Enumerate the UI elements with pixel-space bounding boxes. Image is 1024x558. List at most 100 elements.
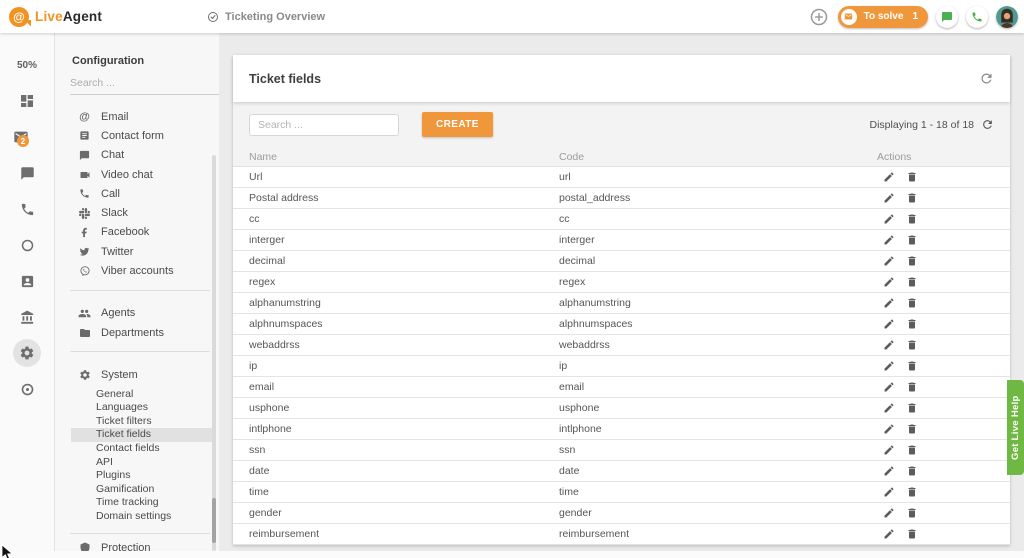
rail-chats-button[interactable] xyxy=(0,155,54,191)
sidebar-subitem-ticket-filters[interactable]: Ticket filters xyxy=(71,415,213,429)
delete-icon[interactable] xyxy=(906,318,918,330)
sidebar-item-label: Call xyxy=(101,188,120,200)
get-live-help-button[interactable]: Get Live Help xyxy=(1007,380,1024,475)
name-cell: cc xyxy=(249,213,559,225)
edit-icon[interactable] xyxy=(883,318,895,330)
sidebar-scrollbar-thumb[interactable] xyxy=(212,498,216,543)
gear-icon xyxy=(19,345,35,361)
sidebar-item-slack[interactable]: Slack xyxy=(55,203,219,222)
delete-icon[interactable] xyxy=(906,297,918,309)
phone-button[interactable] xyxy=(966,6,988,28)
sidebar-search-input[interactable] xyxy=(70,73,219,95)
phone-icon xyxy=(20,202,35,217)
edit-icon[interactable] xyxy=(883,402,895,414)
rail-customers-button[interactable] xyxy=(0,263,54,299)
name-cell: alphnumspaces xyxy=(249,318,559,330)
delete-icon[interactable] xyxy=(906,276,918,288)
sidebar-scrollbar-track[interactable] xyxy=(212,155,216,551)
table-row: regex regex xyxy=(233,272,1010,293)
sidebar-item-agents[interactable]: Agents xyxy=(55,304,219,323)
logo[interactable]: @ LiveAgent xyxy=(0,7,102,27)
delete-icon[interactable] xyxy=(906,465,918,477)
edit-icon[interactable] xyxy=(883,276,895,288)
delete-icon[interactable] xyxy=(906,360,918,372)
refresh-icon[interactable] xyxy=(979,71,994,86)
sidebar-item-video-chat[interactable]: Video chat xyxy=(55,165,219,184)
sidebar-subitem-contact-fields[interactable]: Contact fields xyxy=(71,442,213,456)
edit-icon[interactable] xyxy=(883,297,895,309)
edit-icon[interactable] xyxy=(883,234,895,246)
sidebar-subitem-time-tracking[interactable]: Time tracking xyxy=(71,496,213,510)
rail-tools-button[interactable] xyxy=(0,371,54,407)
create-button[interactable]: CREATE xyxy=(422,112,493,137)
rail-configuration-button[interactable] xyxy=(0,335,54,371)
sidebar-subitem-ticket-fields[interactable]: Ticket fields xyxy=(71,428,213,442)
header-actions: To solve 1 xyxy=(808,6,1018,28)
edit-icon[interactable] xyxy=(883,528,895,540)
delete-icon[interactable] xyxy=(906,234,918,246)
sidebar-item-departments[interactable]: Departments xyxy=(55,323,219,342)
sidebar-item-call[interactable]: Call xyxy=(55,184,219,203)
table-row: intlphone intlphone xyxy=(233,419,1010,440)
brand-text: LiveAgent xyxy=(35,9,102,24)
search-input[interactable] xyxy=(249,114,399,136)
edit-icon[interactable] xyxy=(883,381,895,393)
sidebar-subitem-general[interactable]: General xyxy=(71,388,213,402)
sidebar-subitem-languages[interactable]: Languages xyxy=(71,401,213,415)
edit-icon[interactable] xyxy=(883,192,895,204)
refresh-icon[interactable] xyxy=(981,118,994,131)
to-solve-button[interactable]: To solve 1 xyxy=(838,6,928,28)
breadcrumb[interactable]: Ticketing Overview xyxy=(207,11,325,23)
sidebar-item-chat[interactable]: Chat xyxy=(55,146,219,165)
name-cell: regex xyxy=(249,276,559,288)
delete-icon[interactable] xyxy=(906,486,918,498)
rail-tickets-button[interactable]: 2 xyxy=(0,119,54,155)
sidebar-subitem-gamification[interactable]: Gamification xyxy=(71,483,213,497)
delete-icon[interactable] xyxy=(906,192,918,204)
edit-icon[interactable] xyxy=(883,507,895,519)
delete-icon[interactable] xyxy=(906,255,918,267)
sidebar-item-viber-accounts[interactable]: Viber accounts xyxy=(55,261,219,280)
edit-icon[interactable] xyxy=(883,486,895,498)
edit-icon[interactable] xyxy=(883,444,895,456)
sidebar-item-system[interactable]: System xyxy=(55,365,219,384)
bottom-strip xyxy=(0,551,1024,558)
sidebar-subitem-plugins[interactable]: Plugins xyxy=(71,469,213,483)
edit-icon[interactable] xyxy=(883,360,895,372)
at-icon: @ xyxy=(78,111,91,123)
delete-icon[interactable] xyxy=(906,213,918,225)
table-row: ssn ssn xyxy=(233,440,1010,461)
sidebar-subitem-domain-settings[interactable]: Domain settings xyxy=(71,510,213,524)
edit-icon[interactable] xyxy=(883,171,895,183)
avatar[interactable] xyxy=(996,6,1018,28)
rail-online-button[interactable] xyxy=(0,227,54,263)
edit-icon[interactable] xyxy=(883,423,895,435)
name-cell: ip xyxy=(249,360,559,372)
sidebar-item-email[interactable]: @Email xyxy=(55,107,219,126)
delete-icon[interactable] xyxy=(906,171,918,183)
sidebar-item-label: Agents xyxy=(101,307,135,319)
delete-icon[interactable] xyxy=(906,381,918,393)
delete-icon[interactable] xyxy=(906,423,918,435)
edit-icon[interactable] xyxy=(883,213,895,225)
sidebar-item-contact-form[interactable]: Contact form xyxy=(55,126,219,145)
chat-button[interactable] xyxy=(936,6,958,28)
add-button[interactable] xyxy=(808,6,830,28)
delete-icon[interactable] xyxy=(906,339,918,351)
delete-icon[interactable] xyxy=(906,402,918,414)
edit-icon[interactable] xyxy=(883,339,895,351)
sidebar-subitem-api[interactable]: API xyxy=(71,456,213,470)
code-cell: regex xyxy=(559,276,877,288)
rail-calls-button[interactable] xyxy=(0,191,54,227)
sidebar-item-facebook[interactable]: Facebook xyxy=(55,223,219,242)
delete-icon[interactable] xyxy=(906,507,918,519)
rail-company-button[interactable] xyxy=(0,299,54,335)
delete-icon[interactable] xyxy=(906,444,918,456)
sidebar-subitem-label: Ticket filters xyxy=(96,415,152,427)
rail-dashboard-button[interactable] xyxy=(0,83,54,119)
edit-icon[interactable] xyxy=(883,465,895,477)
card-header: Ticket fields xyxy=(233,55,1010,102)
sidebar-item-twitter[interactable]: Twitter xyxy=(55,242,219,261)
delete-icon[interactable] xyxy=(906,528,918,540)
edit-icon[interactable] xyxy=(883,255,895,267)
